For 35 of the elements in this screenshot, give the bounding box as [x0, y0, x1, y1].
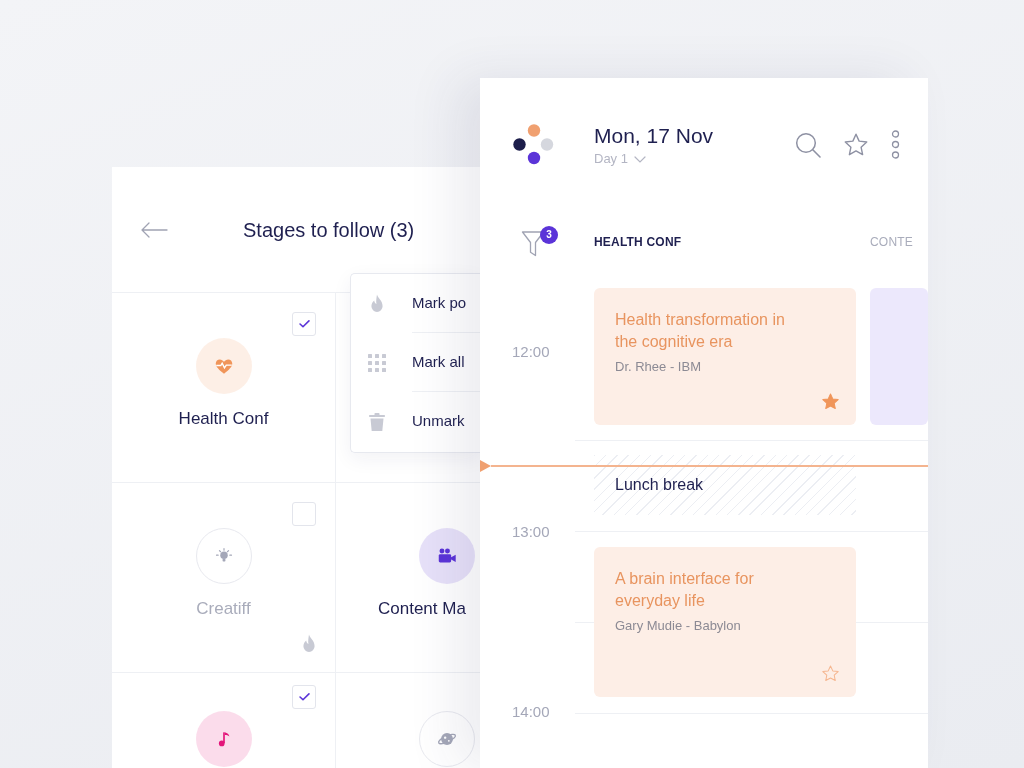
track-heading[interactable]: HEALTH CONF	[594, 234, 682, 250]
session-speaker: Gary Mudie - Babylon	[615, 617, 742, 635]
video-camera-icon[interactable]	[419, 528, 475, 584]
checkmark-icon	[298, 320, 310, 328]
checkmark-icon	[298, 693, 310, 701]
grid-icon	[368, 353, 386, 372]
break-title: Lunch break	[615, 475, 704, 495]
session-title: A brain interface for everyday life	[615, 569, 755, 611]
filter-button[interactable]: 3	[521, 226, 558, 258]
star-icon[interactable]	[821, 664, 840, 683]
time-label: 13:00	[512, 522, 551, 542]
more-vertical-icon[interactable]	[891, 130, 900, 159]
count-badge: 3	[540, 226, 558, 244]
session-speaker: Dr. Rhee - IBM	[615, 358, 702, 376]
stage-name: Content Ma	[378, 598, 466, 620]
star-icon[interactable]	[843, 131, 869, 158]
stage-name: Creatiff	[196, 598, 251, 620]
stage-name: Health Conf	[178, 408, 269, 430]
star-icon[interactable]	[821, 392, 840, 411]
checkbox[interactable]	[292, 312, 316, 336]
time-label: 14:00	[512, 702, 551, 722]
session-title: Health transformation in the cognitive era	[615, 310, 786, 352]
trash-icon	[369, 412, 385, 431]
chevron-down-icon	[633, 155, 646, 163]
time-label: 12:00	[512, 342, 551, 362]
panel-title: Stages to follow (3)	[243, 217, 415, 243]
logo-icon	[513, 124, 554, 165]
menu-item[interactable]: Unmark	[351, 392, 480, 451]
date-title: Mon, 17 Nov	[594, 124, 714, 148]
checkbox[interactable]	[292, 502, 316, 526]
flame-icon	[370, 294, 384, 313]
search-icon[interactable]	[795, 131, 821, 158]
arrow-left-icon[interactable]	[140, 221, 168, 238]
checkbox[interactable]	[292, 685, 316, 709]
planet-icon[interactable]	[419, 711, 475, 767]
